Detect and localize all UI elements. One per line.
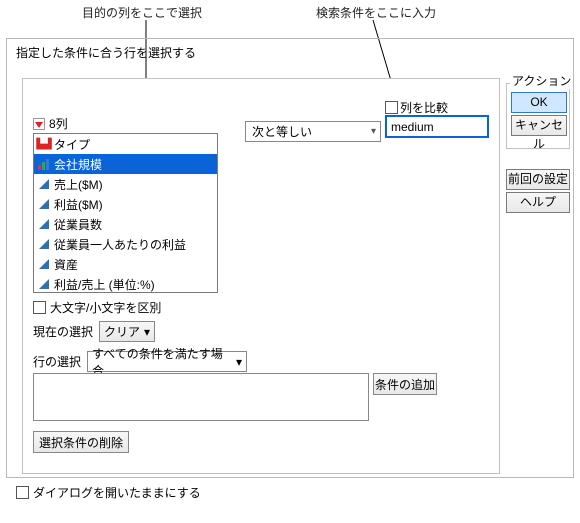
checkbox-icon <box>385 101 398 114</box>
column-item-label: 従業員一人あたりの利益 <box>54 236 186 253</box>
conditions-list[interactable] <box>33 373 369 421</box>
column-item[interactable]: 利益/売上 (単位:%) <box>34 274 217 293</box>
column-item-label: タイプ <box>54 136 90 153</box>
column-list[interactable]: ▙▟ タイプ会社規模売上($M) 利益($M) 従業員数従業員一人あたりの利益資産利益… <box>33 133 218 293</box>
chevron-down-icon: ▾ <box>371 126 376 137</box>
bars-icon <box>38 158 50 170</box>
current-selection-label: 現在の選択 <box>33 323 93 340</box>
column-item[interactable]: ▙▟ タイプ <box>34 134 217 154</box>
row-selection-select[interactable]: すべての条件を満たす場合 ▾ <box>87 351 247 372</box>
column-item-label: 資産 <box>54 256 78 273</box>
continuous-icon <box>38 258 50 270</box>
chevron-down-icon: ▾ <box>236 355 242 369</box>
compare-column-checkbox[interactable]: 列を比較 <box>385 99 448 116</box>
column-item-label: 利益($M) <box>54 196 103 213</box>
recall-button[interactable]: 前回の設定 <box>506 169 570 190</box>
keep-dialog-checkbox[interactable]: ダイアログを開いたままにする <box>16 484 201 501</box>
dropdown-icon <box>33 118 45 130</box>
column-count-label: 8列 <box>49 115 68 132</box>
column-item-label: 利益/売上 (単位:%) <box>54 276 155 293</box>
add-condition-button[interactable]: 条件の追加 <box>373 373 437 395</box>
clear-selection-button[interactable]: クリア ▾ <box>99 321 155 342</box>
continuous-icon <box>38 238 50 250</box>
callout-select-column: 目的の列をここで選択 <box>82 4 202 21</box>
column-item[interactable]: 利益($M) <box>34 194 217 214</box>
column-item[interactable]: 会社規模 <box>34 154 217 174</box>
ok-button[interactable]: OK <box>511 92 567 113</box>
continuous-icon <box>38 178 50 190</box>
column-item[interactable]: 従業員一人あたりの利益 <box>34 234 217 254</box>
column-list-header[interactable]: 8列 <box>33 115 68 132</box>
help-button[interactable]: ヘルプ <box>506 192 570 213</box>
operator-select[interactable]: 次と等しい ▾ <box>245 121 381 142</box>
cancel-button[interactable]: キャンセル <box>511 115 567 136</box>
column-item[interactable]: 売上($M) <box>34 174 217 194</box>
column-item[interactable]: 資産 <box>34 254 217 274</box>
operator-label: 次と等しい <box>252 123 312 140</box>
case-sensitive-checkbox[interactable]: 大文字/小文字を区別 <box>33 299 161 316</box>
checkbox-icon <box>33 301 46 314</box>
delete-condition-button[interactable]: 選択条件の削除 <box>33 431 129 453</box>
conditions-panel: 8列 ▙▟ タイプ会社規模売上($M) 利益($M) 従業員数従業員一人あたりの利益資… <box>22 78 500 474</box>
dialog-title: 指定した条件に合う行を選択する <box>16 44 196 61</box>
callout-enter-search: 検索条件をここに入力 <box>316 4 436 21</box>
actions-group-label: アクション <box>510 72 573 89</box>
column-item-label: 会社規模 <box>54 156 102 173</box>
continuous-icon <box>38 198 50 210</box>
continuous-icon <box>38 218 50 230</box>
value-input[interactable] <box>385 115 489 138</box>
continuous-icon <box>38 278 50 290</box>
actions-group: アクション OK キャンセル 前回の設定 ヘルプ <box>506 72 570 215</box>
chevron-down-icon: ▾ <box>144 325 150 339</box>
column-item-label: 売上($M) <box>54 176 103 193</box>
histogram-icon: ▙▟ <box>38 138 50 150</box>
row-selection-label: 行の選択 <box>33 353 81 370</box>
checkbox-icon <box>16 486 29 499</box>
case-sensitive-label: 大文字/小文字を区別 <box>50 299 161 316</box>
column-item[interactable]: 従業員数 <box>34 214 217 234</box>
column-item-label: 従業員数 <box>54 216 102 233</box>
keep-dialog-label: ダイアログを開いたままにする <box>33 484 201 501</box>
compare-column-label: 列を比較 <box>400 99 448 116</box>
